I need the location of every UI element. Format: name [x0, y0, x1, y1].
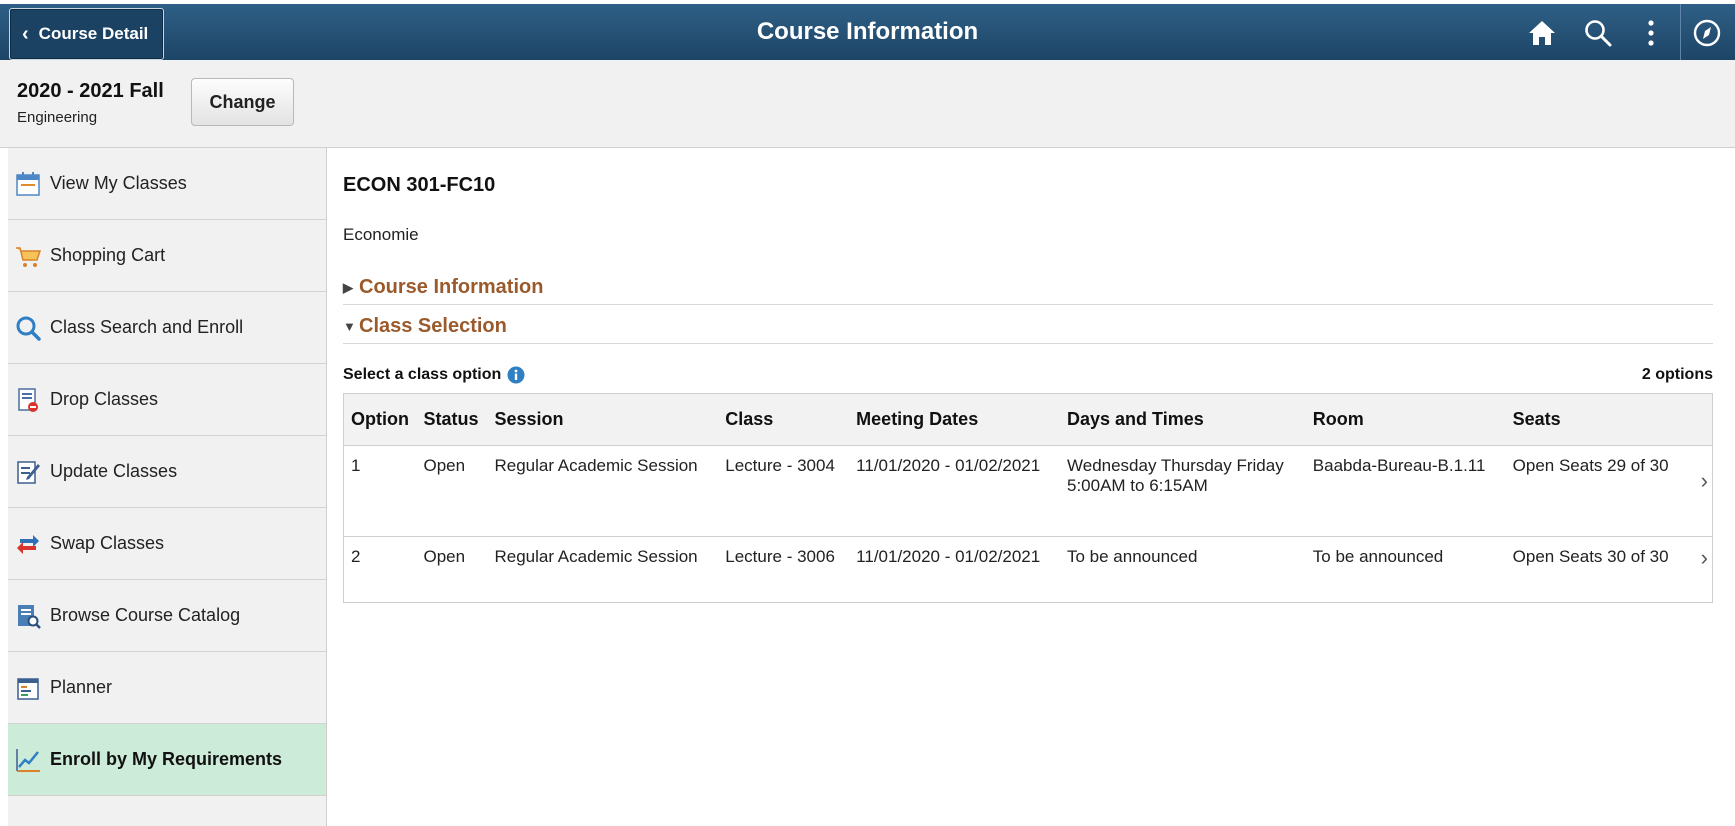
table-row[interactable]: 1 Open Regular Academic Session Lecture …	[343, 445, 1713, 537]
section-title: Course Information	[359, 276, 544, 298]
sidebar-item-label: Update Classes	[50, 461, 178, 481]
search-icon	[16, 316, 41, 341]
cell-room: To be announced	[1312, 547, 1444, 566]
col-option: Option	[343, 393, 417, 446]
class-options-table: Option Status Session Class Meeting Date…	[343, 393, 1713, 603]
swap-arrows-icon	[17, 534, 39, 554]
cell-status: Open	[423, 547, 466, 566]
navigator-compass-icon[interactable]	[1692, 18, 1722, 48]
cell-session: Regular Academic Session	[487, 445, 719, 537]
col-seats: Seats	[1505, 393, 1713, 446]
cell-meeting-dates: 11/01/2020 - 01/02/2021	[849, 445, 1060, 537]
sidebar-item-label: Drop Classes	[50, 389, 159, 409]
cell-class-link[interactable]: Lecture - 3004	[718, 445, 850, 537]
table-header-row: Option Status Session Class Meeting Date…	[343, 393, 1713, 446]
section-title: Class Selection	[359, 315, 507, 337]
seats-text: Open Seats 29 of 30	[1512, 456, 1669, 475]
edit-document-icon	[17, 460, 40, 484]
cell-room: Baabda-Bureau-B.1.11	[1305, 445, 1506, 537]
cell-status: Open	[416, 445, 488, 537]
term-bar: 2020 - 2021 Fall Engineering Change	[0, 60, 1735, 148]
section-class-selection[interactable]: ▼ Class Selection	[343, 310, 1713, 344]
sidebar-nav: View My Classes Shopping Cart Class Sear…	[8, 148, 327, 826]
cell-days-times: To be announced	[1060, 537, 1306, 603]
col-days-times: Days and Times	[1060, 393, 1306, 446]
term-career: Engineering	[17, 109, 98, 126]
cell-days-times: Wednesday Thursday Friday 5:00AM to 6:15…	[1060, 445, 1306, 537]
sidebar-item-label: Class Search and Enroll	[50, 317, 244, 337]
term-title: 2020 - 2021 Fall	[17, 80, 164, 102]
page-title: Course Information	[756, 18, 979, 45]
sidebar-item-label: View My Classes	[50, 173, 187, 193]
course-code: ECON 301-FC10	[343, 174, 496, 196]
sidebar-item-label: Browse Course Catalog	[50, 605, 241, 625]
calendar-icon	[16, 171, 40, 196]
col-session: Session	[487, 393, 719, 446]
col-room: Room	[1305, 393, 1506, 446]
col-class: Class	[718, 393, 850, 446]
cell-option: 2	[351, 547, 361, 566]
sidebar-item-shopping-cart[interactable]: Shopping Cart	[8, 220, 326, 292]
change-term-button[interactable]: Change	[191, 78, 294, 126]
sidebar-item-planner[interactable]: Planner	[8, 652, 326, 724]
sidebar-item-label: Shopping Cart	[50, 245, 166, 265]
sidebar-item-swap-classes[interactable]: Swap Classes	[8, 508, 326, 580]
options-count: 2 options	[1641, 366, 1713, 383]
select-class-option-label: Select a class option	[343, 366, 525, 384]
sidebar-item-browse-catalog[interactable]: Browse Course Catalog	[8, 580, 326, 652]
sidebar-item-class-search[interactable]: Class Search and Enroll	[8, 292, 326, 364]
cell-option: 1	[343, 445, 417, 537]
course-name: Economie	[343, 225, 419, 244]
chevron-right-icon[interactable]: ›	[1701, 468, 1708, 494]
sidebar-item-update-classes[interactable]: Update Classes	[8, 436, 326, 508]
sidebar-item-label: Enroll by My Requirements	[50, 749, 283, 769]
caret-right-icon: ▶	[343, 279, 353, 295]
cell-seats: Open Seats 29 of 30 ›	[1505, 445, 1713, 537]
sidebar-item-enroll-by-requirements[interactable]: Enroll by My Requirements	[8, 724, 326, 796]
col-status: Status	[416, 393, 488, 446]
caret-down-icon: ▼	[343, 319, 356, 334]
col-meeting-dates: Meeting Dates	[849, 393, 1060, 446]
drop-list-icon	[18, 387, 38, 412]
days-line: To be announced	[1067, 547, 1198, 566]
section-course-information[interactable]: ▶ Course Information	[343, 271, 1713, 305]
cell-meeting-dates: 11/01/2020 - 01/02/2021	[856, 547, 1041, 566]
sidebar-item-view-my-classes[interactable]: View My Classes	[8, 148, 326, 220]
sidebar-item-label: Swap Classes	[50, 533, 165, 553]
header-divider	[1680, 4, 1681, 60]
days-line: Wednesday Thursday Friday	[1067, 456, 1284, 475]
info-icon[interactable]	[507, 366, 525, 384]
table-row[interactable]: 2 Open Regular Academic Session Lecture …	[344, 537, 1713, 603]
cell-session: Regular Academic Session	[494, 547, 698, 566]
select-label-text: Select a class option	[343, 366, 502, 383]
cell-seats: Open Seats 30 of 30 ›	[1506, 537, 1713, 603]
app-header: ‹ Course Detail Course Information	[0, 0, 1735, 60]
chevron-right-icon[interactable]: ›	[1701, 545, 1708, 571]
cell-class-link[interactable]: Lecture - 3006	[718, 537, 849, 603]
times-line: 5:00AM to 6:15AM	[1067, 476, 1208, 495]
home-icon[interactable]	[1527, 18, 1557, 48]
more-vertical-icon[interactable]	[1636, 18, 1666, 48]
sidebar-item-label: Planner	[50, 677, 113, 697]
seats-text: Open Seats 30 of 30	[1512, 547, 1669, 566]
catalog-search-icon	[18, 604, 41, 629]
chart-trend-icon	[16, 748, 40, 772]
cart-icon	[16, 246, 42, 267]
planner-icon	[17, 677, 39, 700]
search-icon[interactable]	[1583, 18, 1613, 48]
sidebar-item-drop-classes[interactable]: Drop Classes	[8, 364, 326, 436]
